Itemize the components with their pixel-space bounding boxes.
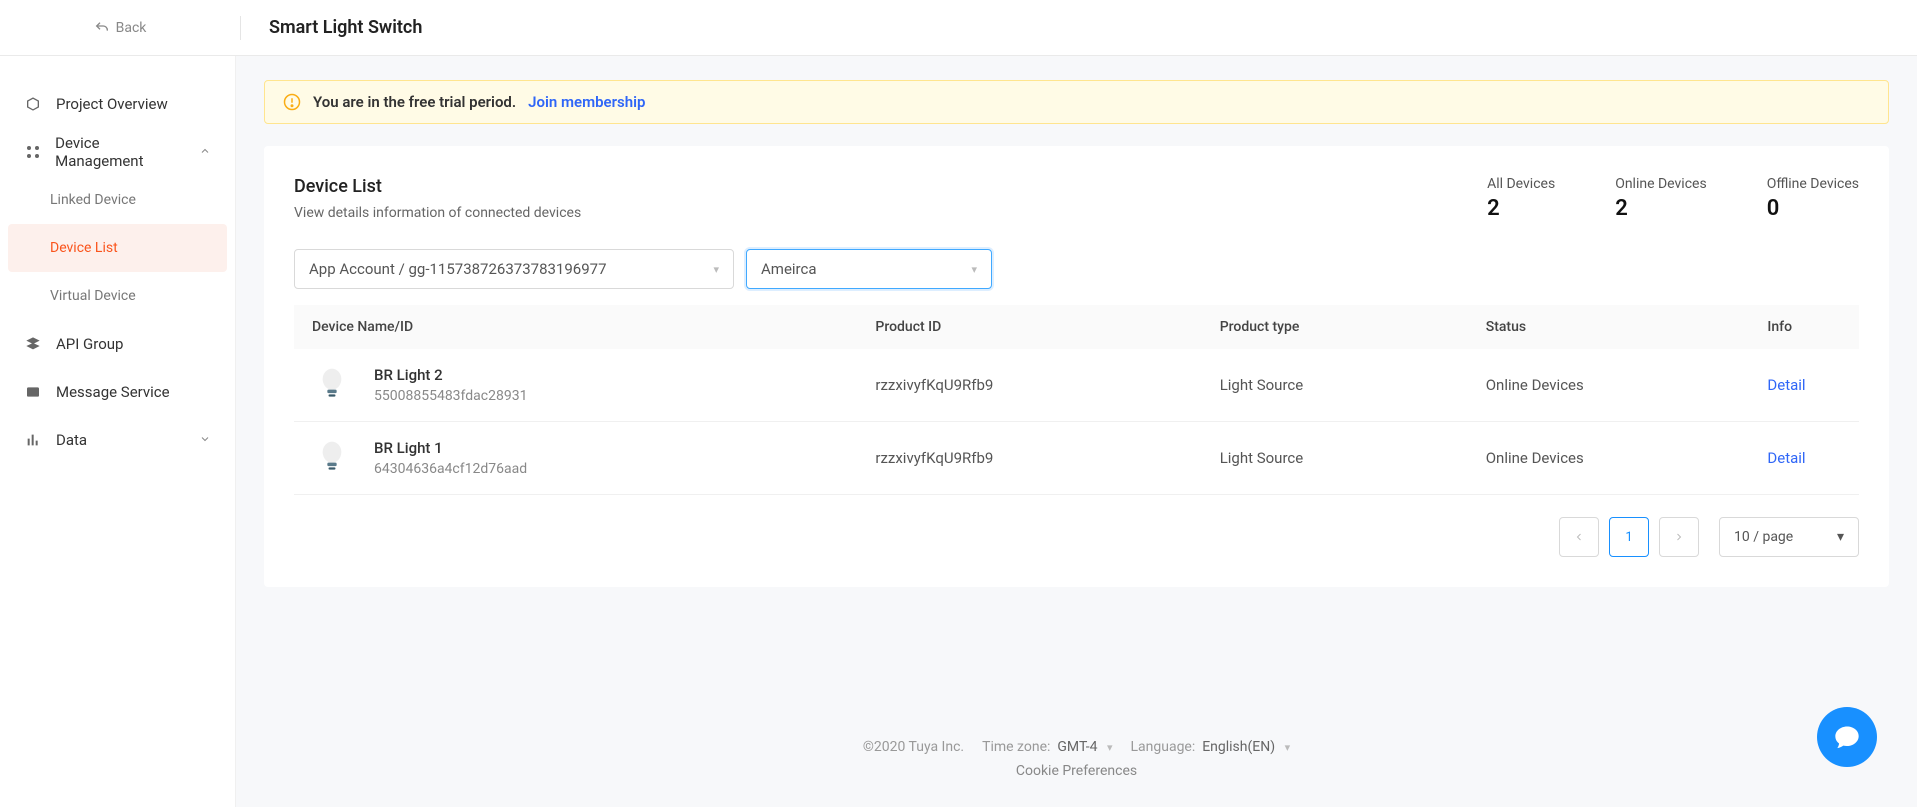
nav-label: API Group [56, 335, 123, 353]
nav-label: Device Management [55, 134, 185, 170]
select-value: Ameirca [761, 260, 817, 278]
nav-label: Data [56, 431, 87, 449]
col-product-id: Product ID [857, 305, 1201, 349]
col-status: Status [1468, 305, 1750, 349]
cell-status: Online Devices [1468, 349, 1750, 422]
footer-tz-value[interactable]: GMT-4 [1057, 739, 1097, 755]
stat-all-devices: All Devices 2 [1487, 176, 1555, 221]
chat-icon [1833, 723, 1861, 751]
stat-online-devices: Online Devices 2 [1615, 176, 1707, 221]
device-name: BR Light 1 [374, 439, 527, 457]
sidebar-item-message-service[interactable]: Message Service [0, 368, 235, 416]
sidebar-item-virtual-device[interactable]: Virtual Device [0, 272, 235, 320]
stat-value: 0 [1767, 196, 1859, 221]
alert-text: You are in the free trial period. [313, 93, 516, 111]
sidebar-item-linked-device[interactable]: Linked Device [0, 176, 235, 224]
pager-prev-button[interactable] [1559, 517, 1599, 557]
footer-tz-label: Time zone: [982, 739, 1050, 755]
stat-label: All Devices [1487, 176, 1555, 192]
cell-product-id: rzzxivyfKqU9Rfb9 [857, 422, 1201, 495]
device-id: 55008855483fdac28931 [374, 388, 527, 404]
chevron-down-icon [199, 431, 211, 449]
footer-lang-value[interactable]: English(EN) [1202, 739, 1275, 755]
chat-button[interactable] [1817, 707, 1877, 767]
top-bar: Back Smart Light Switch [0, 0, 1917, 56]
cell-status: Online Devices [1468, 422, 1750, 495]
back-label: Back [116, 20, 147, 36]
chart-icon [24, 431, 42, 449]
app-account-select[interactable]: App Account / gg-115738726373783196977 ▾ [294, 249, 734, 289]
chevron-down-icon: ▾ [1285, 741, 1291, 754]
card-subtitle: View details information of connected de… [294, 205, 581, 221]
select-value: App Account / gg-115738726373783196977 [309, 260, 607, 278]
footer-lang-label: Language: [1130, 739, 1195, 755]
col-device-name: Device Name/ID [294, 305, 857, 349]
sidebar-item-device-management[interactable]: Device Management [0, 128, 235, 176]
stat-label: Online Devices [1615, 176, 1707, 192]
detail-link[interactable]: Detail [1767, 376, 1805, 394]
sidebar: Project Overview Device Management Linke… [0, 56, 236, 807]
chevron-down-icon: ▾ [713, 263, 719, 276]
device-stats: All Devices 2 Online Devices 2 Offline D… [1487, 176, 1859, 221]
cell-product-id: rzzxivyfKqU9Rfb9 [857, 349, 1201, 422]
cell-product-type: Light Source [1202, 349, 1468, 422]
card-title: Device List [294, 176, 581, 197]
page-footer: ©2020 Tuya Inc. Time zone: GMT-4 ▾ Langu… [264, 739, 1889, 779]
page-title: Smart Light Switch [241, 17, 422, 38]
chevron-down-icon: ▾ [1107, 741, 1113, 754]
stat-value: 2 [1487, 196, 1555, 221]
pager-next-button[interactable] [1659, 517, 1699, 557]
col-info: Info [1749, 305, 1859, 349]
device-id: 64304636a4cf12d76aad [374, 461, 527, 477]
grid-icon [24, 143, 41, 161]
nav-label: Virtual Device [50, 288, 136, 304]
device-table: Device Name/ID Product ID Product type S… [294, 305, 1859, 495]
nav-label: Linked Device [50, 192, 136, 208]
chevron-down-icon: ▾ [971, 263, 977, 276]
device-list-card: Device List View details information of … [264, 146, 1889, 587]
stat-label: Offline Devices [1767, 176, 1859, 192]
pager-page-1[interactable]: 1 [1609, 517, 1649, 557]
chevron-right-icon [1673, 531, 1685, 543]
chevron-left-icon [1573, 531, 1585, 543]
region-select[interactable]: Ameirca ▾ [746, 249, 992, 289]
chevron-up-icon [199, 143, 211, 161]
sidebar-item-device-list[interactable]: Device List [8, 224, 227, 272]
cell-product-type: Light Source [1202, 422, 1468, 495]
layers-icon [24, 335, 42, 353]
nav-label: Project Overview [56, 95, 168, 113]
device-name: BR Light 2 [374, 366, 527, 384]
footer-copyright: ©2020 Tuya Inc. [863, 739, 964, 755]
sidebar-item-data[interactable]: Data [0, 416, 235, 464]
message-icon [24, 383, 42, 401]
table-row: BR Light 1 64304636a4cf12d76aad rzzxivyfKq… [294, 422, 1859, 495]
sidebar-item-api-group[interactable]: API Group [0, 320, 235, 368]
back-button[interactable]: Back [0, 20, 240, 36]
cube-icon [24, 95, 42, 113]
warning-icon [283, 93, 301, 111]
page-size-select[interactable]: 10 / page ▾ [1719, 517, 1859, 557]
page-size-value: 10 / page [1734, 529, 1793, 545]
detail-link[interactable]: Detail [1767, 449, 1805, 467]
join-membership-link[interactable]: Join membership [528, 93, 645, 111]
lightbulb-icon [312, 438, 352, 478]
nav-label: Message Service [56, 383, 170, 401]
footer-cookie-preferences[interactable]: Cookie Preferences [264, 763, 1889, 779]
trial-alert: You are in the free trial period. Join m… [264, 80, 1889, 124]
sidebar-item-project-overview[interactable]: Project Overview [0, 80, 235, 128]
stat-offline-devices: Offline Devices 0 [1767, 176, 1859, 221]
content-area: You are in the free trial period. Join m… [236, 56, 1917, 807]
lightbulb-icon [312, 365, 352, 405]
stat-value: 2 [1615, 196, 1707, 221]
back-arrow-icon [94, 20, 110, 36]
nav-label: Device List [50, 240, 118, 256]
chevron-down-icon: ▾ [1837, 529, 1844, 545]
table-row: BR Light 2 55008855483fdac28931 rzzxivyfKq… [294, 349, 1859, 422]
col-product-type: Product type [1202, 305, 1468, 349]
